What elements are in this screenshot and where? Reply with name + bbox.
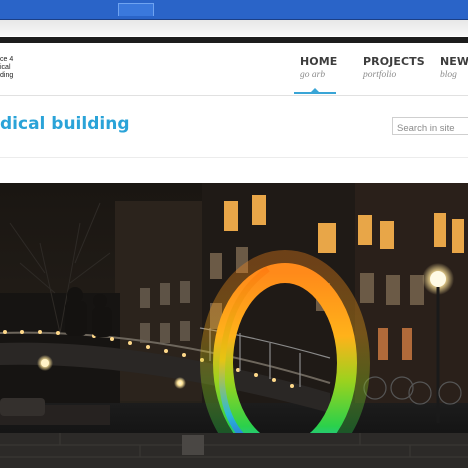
nav-item-news[interactable]: NEWS blog: [440, 55, 468, 80]
browser-tab[interactable]: [118, 3, 154, 16]
site-logo[interactable]: ce 4 ical ding: [0, 56, 13, 80]
night-canal-photo-icon: [0, 183, 468, 468]
nav-item-sub: portfolio: [363, 70, 397, 80]
browser-title-bar: [0, 0, 468, 20]
nav-item-sub: go arb: [300, 70, 326, 80]
nav-item-sub: blog: [440, 70, 457, 80]
page-title: dical building: [0, 114, 130, 134]
logo-line: ical: [0, 64, 11, 71]
title-divider: [0, 157, 468, 158]
search-input[interactable]: [393, 120, 468, 137]
browser-toolbar: [0, 20, 468, 36]
page-top-bar: [0, 37, 468, 43]
nav-item-label: HOME: [300, 55, 338, 68]
nav-item-home[interactable]: HOME go arb: [300, 55, 337, 80]
header-divider: [0, 95, 468, 96]
logo-line: ding: [0, 72, 14, 79]
nav-item-label: PROJECTS: [363, 55, 425, 68]
search-box[interactable]: [392, 117, 468, 137]
logo-line: ce 4: [0, 56, 14, 63]
nav-item-projects[interactable]: PROJECTS portfolio: [363, 55, 425, 80]
nav-item-label: NEWS: [440, 55, 468, 68]
hero-photo: [0, 183, 468, 468]
nav-active-indicator: [294, 92, 336, 94]
